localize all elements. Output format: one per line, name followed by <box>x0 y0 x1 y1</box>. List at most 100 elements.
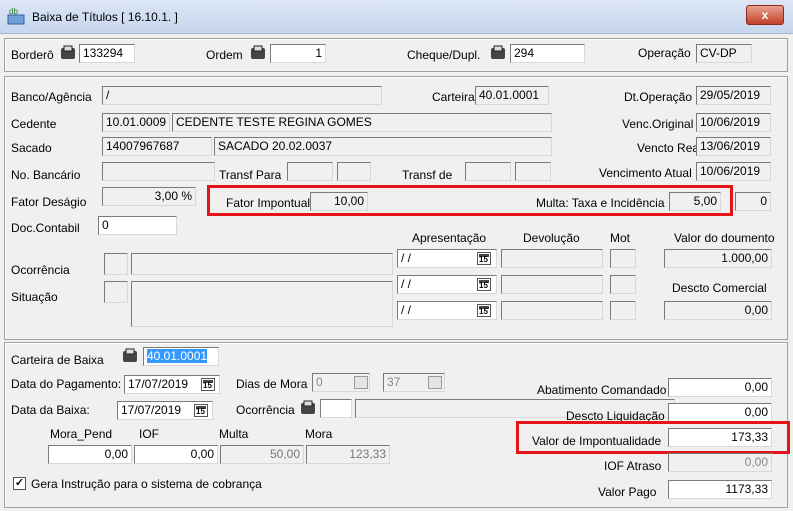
vencreal-field: 13/06/2019 <box>696 137 771 156</box>
valimp-field[interactable]: 173,33 <box>668 428 772 447</box>
situacao-desc-field <box>131 281 393 327</box>
cedente-label: Cedente <box>11 117 57 131</box>
spin-icon <box>428 376 442 389</box>
abat-label: Abatimento Comandado <box>537 383 667 397</box>
transfpara-label: Transf Para <box>219 168 282 182</box>
banco-label: Banco/Agência <box>11 90 92 104</box>
mot-field-1 <box>610 249 636 268</box>
iofatraso-field: 0,00 <box>668 453 772 472</box>
app-db-icon: db <box>7 7 25 25</box>
mot-field-2 <box>610 275 636 294</box>
multa-taxa-field: 5,00 <box>669 192 721 211</box>
ocorrencia-label: Ocorrência <box>11 263 70 277</box>
vencreal-label: Vencto Real <box>637 141 702 155</box>
descto-field: 0,00 <box>664 301 772 320</box>
bordero-field[interactable]: 133294 <box>79 44 135 63</box>
lookup-icon[interactable] <box>250 45 266 61</box>
valorpago-label: Valor Pago <box>598 485 657 499</box>
doccont-label: Doc.Contabil <box>11 221 80 235</box>
carteira-baixa-field[interactable]: 40.01.0001 <box>143 347 219 366</box>
fatordes-label: Fator Deságio <box>11 195 87 209</box>
situacao-code-field <box>104 281 128 303</box>
apresentacao-label: Apresentação <box>412 231 487 245</box>
vencatual-field: 10/06/2019 <box>696 162 771 181</box>
multa-baixa-field: 50,00 <box>220 445 304 464</box>
situacao-label: Situação <box>11 290 58 304</box>
calendar-icon[interactable] <box>477 304 491 317</box>
mot-field-3 <box>610 301 636 320</box>
mora-field: 123,33 <box>306 445 390 464</box>
carteira-baixa-value: 40.01.0001 <box>147 349 208 363</box>
calendar-icon[interactable] <box>477 278 491 291</box>
lookup-icon[interactable] <box>300 400 316 416</box>
transfde-field-a <box>465 162 511 181</box>
close-button[interactable]: x <box>746 5 784 25</box>
devolucao-field-2 <box>501 275 603 294</box>
devolucao-field-3 <box>501 301 603 320</box>
ocorrencia-desc-field <box>131 253 393 275</box>
valorpago-field[interactable]: 1173,33 <box>668 480 772 499</box>
nobancario-field <box>102 162 215 181</box>
multa-label: Multa: Taxa e Incidência <box>536 196 665 210</box>
doccont-field[interactable]: 0 <box>98 216 177 235</box>
fatordes-field: 3,00 % <box>102 187 196 206</box>
descto-label: Descto Comercial <box>672 281 767 295</box>
transfpara-field-b <box>337 162 371 181</box>
window-title: Baixa de Títulos [ 16.10.1. ] <box>32 10 178 24</box>
ordem-label: Ordem <box>206 48 243 62</box>
diasmora-label: Dias de Mora <box>236 377 308 391</box>
fatorimp-field: 10,00 <box>310 192 368 211</box>
lookup-icon[interactable] <box>122 348 138 364</box>
fatorimp-label: Fator Impontual <box>226 196 311 210</box>
valordoc-label: Valor do doumento <box>674 231 775 245</box>
lookup-icon[interactable] <box>490 45 506 61</box>
sacado-label: Sacado <box>11 141 52 155</box>
morapend-label: Mora_Pend <box>50 427 113 441</box>
cedente-name-field: CEDENTE TESTE REGINA GOMES <box>172 113 552 132</box>
ordem-field[interactable]: 1 <box>270 44 326 63</box>
sacado-code-field: 14007967687 <box>102 137 212 156</box>
calendar-icon[interactable] <box>201 378 215 391</box>
iof-field[interactable]: 0,00 <box>134 445 218 464</box>
lookup-icon[interactable] <box>60 45 76 61</box>
sacado-name-field: SACADO 20.02.0037 <box>214 137 552 156</box>
gera-checkbox[interactable]: ✓ <box>13 477 26 490</box>
baixa-titulos-window: db Baixa de Títulos [ 16.10.1. ] x Borde… <box>0 0 793 511</box>
valimp-label: Valor de Impontualidade <box>532 434 662 448</box>
carteira-field: 40.01.0001 <box>475 86 549 105</box>
morapend-field[interactable]: 0,00 <box>48 445 132 464</box>
cheque-label: Cheque/Dupl. <box>407 48 481 62</box>
vencorig-field: 10/06/2019 <box>696 113 771 132</box>
vencorig-label: Venc.Original <box>622 117 694 131</box>
dtpag-label: Data do Pagamento: <box>11 377 122 391</box>
bordero-label: Borderô <box>11 48 54 62</box>
devolucao-field-1 <box>501 249 603 268</box>
operacao-label: Operação <box>638 46 691 60</box>
mot-label: Mot <box>610 231 631 245</box>
cheque-field[interactable]: 294 <box>510 44 585 63</box>
iof-label: IOF <box>139 427 159 441</box>
carteira-label: Carteira <box>432 90 475 104</box>
valordoc-field: 1.000,00 <box>664 249 772 268</box>
vencatual-label: Vencimento Atual <box>599 166 692 180</box>
svg-text:db: db <box>9 7 18 16</box>
iofatraso-label: IOF Atraso <box>604 459 662 473</box>
calendar-icon[interactable] <box>477 252 491 265</box>
multa-baixa-label: Multa <box>219 427 249 441</box>
multa-inc-field: 0 <box>735 192 771 211</box>
transfde-field-b <box>515 162 551 181</box>
banco-field: / <box>102 86 382 105</box>
descliq-field[interactable]: 0,00 <box>668 403 772 422</box>
dtop-field: 29/05/2019 <box>696 86 771 105</box>
ocorrencia-baixa-label: Ocorrência <box>236 403 295 417</box>
carteira-baixa-label: Carteira de Baixa <box>11 353 104 367</box>
cedente-code-field: 10.01.0009 <box>102 113 170 132</box>
abat-field[interactable]: 0,00 <box>668 378 772 397</box>
spin-icon <box>354 376 368 389</box>
mora-label: Mora <box>305 427 333 441</box>
gera-label: Gera Instrução para o sistema de cobranç… <box>31 477 262 491</box>
devolucao-label: Devolução <box>523 231 580 245</box>
calendar-icon[interactable] <box>194 404 208 417</box>
dtbaixa-label: Data da Baixa: <box>11 403 90 417</box>
ocorrencia-baixa-code-field[interactable] <box>320 399 352 418</box>
